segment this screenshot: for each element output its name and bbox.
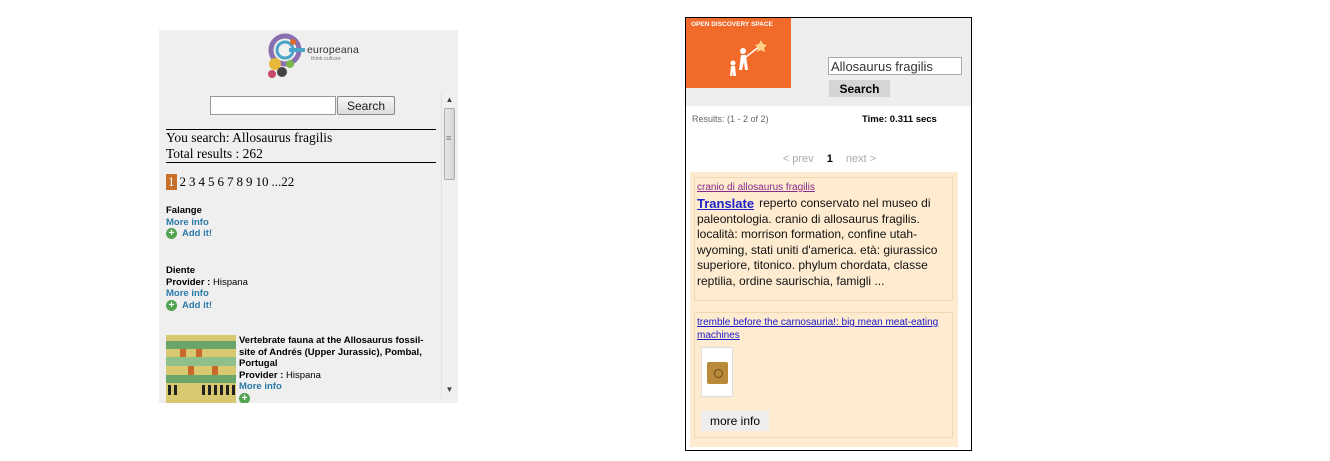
page-link[interactable]: 2 [180, 174, 187, 190]
translate-link[interactable]: Translate [697, 196, 754, 212]
total-results-text: Total results : 262 [166, 146, 263, 161]
page-link[interactable]: ...22 [272, 174, 295, 190]
result-title: Falange [166, 205, 202, 216]
divider [166, 162, 436, 163]
add-it-label: Add it! [182, 228, 213, 239]
vertical-scrollbar[interactable]: ▲ ▼ [441, 93, 457, 398]
result-title: Vertebrate fauna at the Allosaurus fossi… [239, 335, 424, 369]
search-time: Time: 0.311 secs [862, 114, 937, 125]
result-thumbnail[interactable] [166, 335, 236, 403]
logo-tagline: think culture [311, 56, 341, 62]
page-link[interactable]: 3 [189, 174, 196, 190]
plus-icon: + [239, 392, 250, 403]
europeana-logo: europeana think culture [263, 30, 373, 84]
europeana-logo-icon [268, 33, 305, 78]
result-description: Translate reperto conservato nel museo d… [695, 194, 952, 289]
search-input[interactable] [210, 96, 336, 115]
search-button[interactable]: Search [829, 80, 890, 97]
results-count: Results: (1 - 2 of 2) [692, 114, 769, 124]
fossil-chart-thumbnail [166, 335, 236, 403]
current-page[interactable]: 1 [827, 153, 833, 165]
scroll-down-icon[interactable]: ▼ [442, 385, 457, 394]
results-panel: cranio di allosaurus fragilis Translate … [690, 172, 958, 447]
result-card: tremble before the carnosauria!: big mea… [694, 312, 953, 438]
page-link[interactable]: 6 [218, 174, 225, 190]
page-link[interactable]: 10 [256, 174, 269, 190]
result-item: Diente Provider : Hispana More info + Add… [166, 265, 248, 311]
scroll-thumb[interactable] [444, 108, 455, 180]
add-it-button[interactable]: + Add it! [166, 228, 212, 240]
add-it-button[interactable]: + Add it! [166, 300, 248, 312]
pagination: < prev 1 next > [686, 153, 971, 165]
logo-wordmark: europeana [307, 44, 360, 56]
result-title-link[interactable]: tremble before the carnosauria!: big mea… [695, 313, 952, 342]
provider-value: Hispana [213, 276, 248, 288]
result-thumbnail[interactable] [701, 347, 733, 397]
result-item: Vertebrate fauna at the Allosaurus fossi… [239, 335, 439, 403]
ods-banner: OPEN DISCOVERY SPACE [686, 18, 791, 88]
add-it-button[interactable]: + [239, 392, 439, 403]
page-link[interactable]: 9 [246, 174, 253, 190]
pagination: 1 2 3 4 5 6 7 8 9 10 ...22 [166, 174, 294, 190]
more-info-button[interactable]: more info [701, 411, 769, 431]
you-search-text: You search: Allosaurus fragilis [166, 130, 333, 145]
search-button[interactable]: Search [337, 96, 395, 115]
page-link[interactable]: 1 [166, 174, 177, 190]
page-link[interactable]: 5 [208, 174, 215, 190]
scroll-up-icon[interactable]: ▲ [442, 95, 457, 104]
search-summary: You search: Allosaurus fragilis Total re… [166, 129, 436, 163]
provider-label: Provider : [239, 369, 284, 381]
provider-label: Provider : [166, 276, 211, 288]
europeana-widget: europeana think culture Search You searc… [159, 30, 458, 403]
next-link[interactable]: next > [846, 153, 876, 165]
page-link[interactable]: 7 [227, 174, 234, 190]
page-link[interactable]: 4 [199, 174, 206, 190]
ods-widget: OPEN DISCOVERY SPACE Search Results: (1 … [685, 17, 972, 451]
result-card: cranio di allosaurus fragilis Translate … [694, 177, 953, 301]
result-title: Diente [166, 265, 196, 276]
more-info-link[interactable]: More info [166, 288, 248, 300]
result-title-link[interactable]: cranio di allosaurus fragilis [695, 178, 952, 194]
provider-value: Hispana [286, 369, 321, 381]
package-icon [707, 362, 728, 384]
plus-icon: + [166, 299, 177, 311]
page-link[interactable]: 8 [237, 174, 244, 190]
prev-link[interactable]: < prev [783, 153, 814, 165]
more-info-link[interactable]: More info [166, 217, 212, 229]
add-it-label: Add it! [182, 299, 213, 311]
plus-icon: + [166, 228, 177, 240]
family-silhouette-icon [730, 40, 767, 76]
more-info-link[interactable]: More info [239, 381, 439, 393]
search-input[interactable] [828, 57, 962, 75]
result-item: Falange More info + Add it! [166, 205, 212, 240]
ods-header: OPEN DISCOVERY SPACE Search [686, 18, 971, 106]
